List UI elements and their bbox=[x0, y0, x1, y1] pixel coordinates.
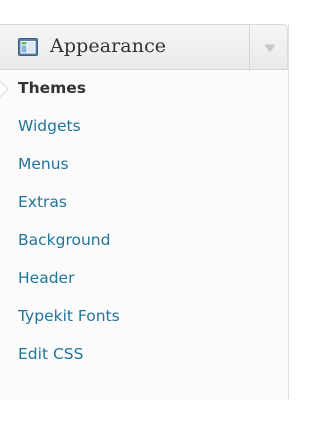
submenu-link-themes[interactable]: Themes bbox=[18, 79, 86, 97]
current-item-pointer-icon bbox=[0, 80, 9, 98]
submenu-link-background[interactable]: Background bbox=[18, 231, 110, 249]
appearance-menu-title: Appearance bbox=[50, 35, 167, 57]
submenu-link-header[interactable]: Header bbox=[18, 269, 74, 287]
submenu-item-extras[interactable]: Extras bbox=[0, 184, 288, 222]
submenu-item-typekit-fonts[interactable]: Typekit Fonts bbox=[0, 298, 288, 336]
submenu-item-background[interactable]: Background bbox=[0, 222, 288, 260]
appearance-menu: Appearance Themes Widgets Menus Extras B… bbox=[0, 24, 289, 399]
chevron-down-icon bbox=[264, 44, 276, 53]
submenu-link-extras[interactable]: Extras bbox=[18, 193, 67, 211]
menu-toggle-button[interactable] bbox=[258, 25, 287, 71]
submenu-link-edit-css[interactable]: Edit CSS bbox=[18, 345, 83, 363]
submenu-item-edit-css[interactable]: Edit CSS bbox=[0, 336, 288, 374]
submenu-link-typekit-fonts[interactable]: Typekit Fonts bbox=[18, 307, 120, 325]
submenu-link-menus[interactable]: Menus bbox=[18, 155, 69, 173]
submenu-item-header[interactable]: Header bbox=[0, 260, 288, 298]
top-spacer bbox=[0, 0, 294, 24]
header-divider bbox=[249, 25, 250, 71]
submenu-item-widgets[interactable]: Widgets bbox=[0, 108, 288, 146]
submenu-link-widgets[interactable]: Widgets bbox=[18, 117, 81, 135]
submenu-item-themes[interactable]: Themes bbox=[0, 70, 288, 108]
appearance-icon bbox=[18, 38, 38, 56]
appearance-menu-header[interactable]: Appearance bbox=[0, 24, 288, 71]
submenu-item-menus[interactable]: Menus bbox=[0, 146, 288, 184]
